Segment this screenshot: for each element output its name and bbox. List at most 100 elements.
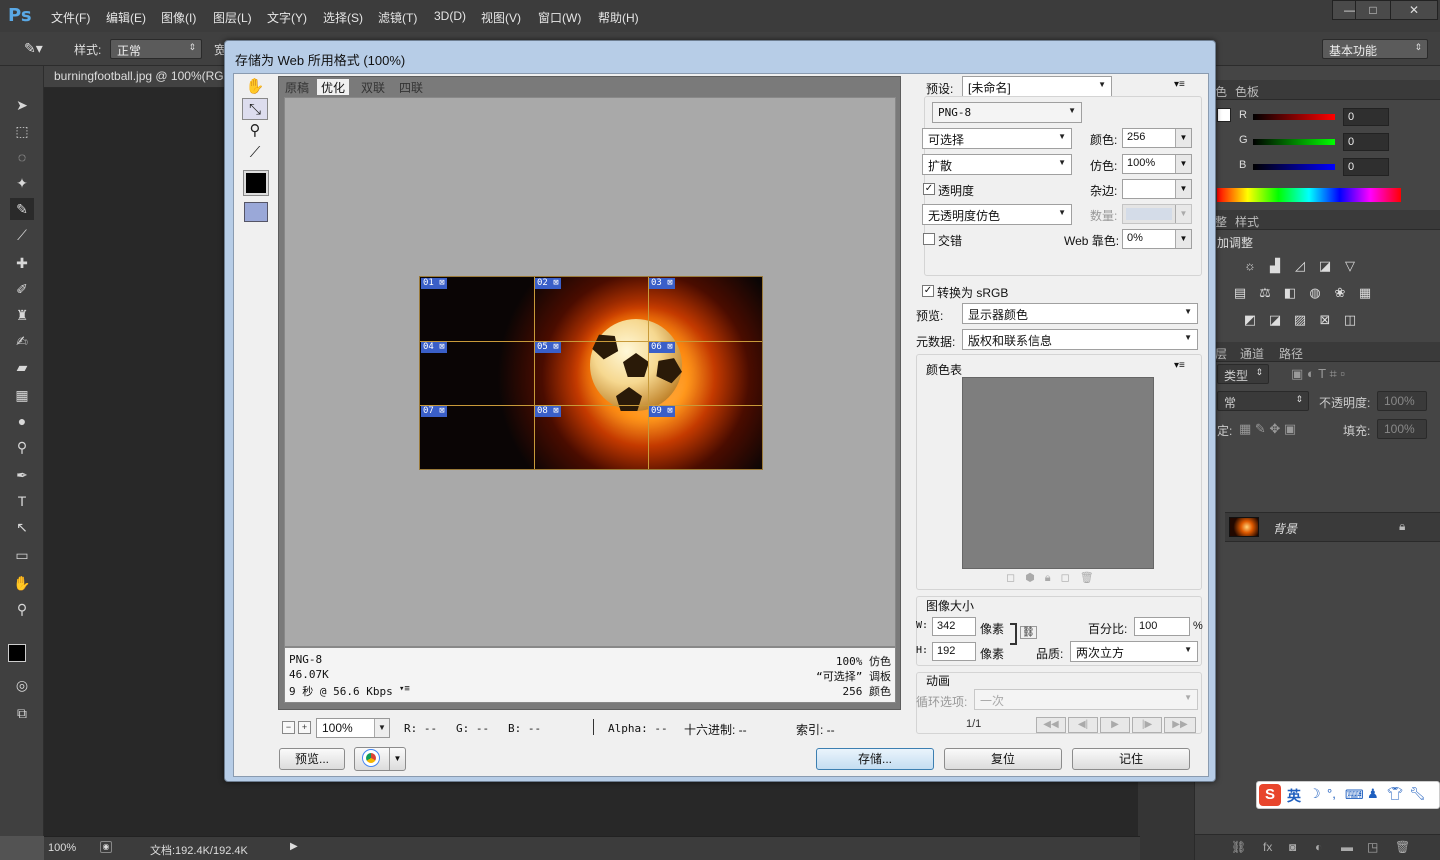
preview-color-select[interactable]: 显示器颜色 ▼: [962, 303, 1198, 324]
eyedropper-tool-icon[interactable]: ⟋: [10, 224, 34, 246]
menu-help[interactable]: 帮助(H): [598, 9, 639, 26]
reduction-select[interactable]: 可选择 ▼: [922, 128, 1072, 149]
tab-4up[interactable]: 四联: [395, 79, 427, 95]
blend-mode-select[interactable]: 常 ⇕: [1217, 391, 1309, 411]
matte-select[interactable]: ▼: [1122, 179, 1192, 199]
metadata-select[interactable]: 版权和联系信息 ▼: [962, 329, 1198, 350]
menu-view[interactable]: 视图(V): [481, 9, 521, 26]
menu-filter[interactable]: 滤镜(T): [378, 9, 417, 26]
menu-edit[interactable]: 编辑(E): [106, 9, 146, 26]
zoom-out-button[interactable]: −: [282, 721, 295, 734]
football-image[interactable]: 01 ⊠ 02 ⊠ 03 ⊠ 04 ⊠ 05 ⊠ 06 ⊠ 07 ⊠ 08 ⊠ …: [419, 276, 763, 470]
web-snap-input[interactable]: 0% ▼: [1122, 229, 1192, 249]
maximize-button[interactable]: □: [1355, 0, 1391, 20]
height-input[interactable]: 192: [932, 642, 976, 661]
document-tab[interactable]: burningfootball.jpg @ 100%(RGB/8): [44, 66, 234, 88]
chain-link-icon[interactable]: ⛓: [1020, 626, 1037, 639]
tab-original[interactable]: 原稿: [281, 79, 313, 95]
menu-3d[interactable]: 3D(D): [434, 9, 466, 23]
brightness-icon[interactable]: ☼: [1241, 258, 1259, 274]
panel-bg-swatch[interactable]: [1217, 108, 1231, 122]
selective-color-icon[interactable]: ◫: [1341, 312, 1359, 328]
gradient-map-icon[interactable]: ⊠: [1316, 312, 1334, 328]
preset-select[interactable]: [未命名] ▼: [962, 76, 1112, 97]
bw-icon[interactable]: ◧: [1281, 285, 1299, 301]
srgb-checkbox[interactable]: ✓: [922, 285, 934, 297]
tab-swatches[interactable]: 色板: [1235, 83, 1259, 100]
curves-icon[interactable]: ◿: [1291, 258, 1309, 274]
menu-window[interactable]: 窗口(W): [538, 9, 581, 26]
magic-wand-tool-icon[interactable]: ✦: [10, 172, 34, 194]
sogou-logo-icon[interactable]: S: [1259, 784, 1281, 806]
levels-icon[interactable]: ▟: [1266, 258, 1284, 274]
tab-color[interactable]: 色: [1215, 83, 1227, 100]
slice-tag-05[interactable]: 05 ⊠: [535, 342, 561, 353]
color-table-tool-icons[interactable]: ◻⬢🔒︎◻🗑︎: [1006, 571, 1104, 585]
slider-g-value[interactable]: 0: [1343, 133, 1389, 151]
fill-input[interactable]: 100%: [1377, 419, 1427, 439]
layer-row-background[interactable]: 背景 🔒︎: [1225, 512, 1440, 542]
slice-tag-04[interactable]: 04 ⊠: [421, 342, 447, 353]
color-ramp[interactable]: [1217, 188, 1401, 202]
tab-optimized[interactable]: 优化: [317, 79, 350, 95]
hue-icon[interactable]: ▤: [1231, 285, 1249, 301]
zoom-tool-icon[interactable]: ⚲: [242, 120, 268, 142]
rectangle-tool-icon[interactable]: ▭: [10, 544, 34, 566]
slice-tag-01[interactable]: 01 ⊠: [421, 278, 447, 289]
opacity-input[interactable]: 100%: [1377, 391, 1427, 411]
menu-image[interactable]: 图像(I): [161, 9, 196, 26]
percent-input[interactable]: 100: [1134, 617, 1190, 636]
color-table-menu-icon[interactable]: ▾≡: [1174, 360, 1185, 371]
gradient-tool-icon[interactable]: ▦: [10, 384, 34, 406]
tab-2up[interactable]: 双联: [357, 79, 389, 95]
workspace-select[interactable]: 基本功能 ⇕: [1322, 39, 1428, 59]
screen-mode-icon[interactable]: ⧉: [10, 702, 34, 724]
zoom-in-button[interactable]: +: [298, 721, 311, 734]
type-tool-icon[interactable]: T: [10, 490, 34, 512]
browser-select[interactable]: ▼: [354, 747, 406, 771]
menu-layer[interactable]: 图层(L): [213, 9, 252, 26]
style-select[interactable]: 正常 ⇕: [110, 39, 202, 59]
slider-r-track[interactable]: [1253, 114, 1335, 120]
close-window-button[interactable]: ✕: [1390, 0, 1438, 20]
marquee-tool-icon[interactable]: ⬚: [10, 120, 34, 142]
menu-select[interactable]: 选择(S): [323, 9, 363, 26]
slider-b[interactable]: B 0: [1239, 158, 1439, 178]
vibrance-icon[interactable]: ▽: [1341, 258, 1359, 274]
slider-r-value[interactable]: 0: [1343, 108, 1389, 126]
layer-filter-icons[interactable]: ▣ ◐ T ⌗ ▫: [1291, 366, 1345, 382]
user-icon[interactable]: ♟: [1367, 786, 1379, 802]
dither-input[interactable]: 100% ▼: [1122, 154, 1192, 174]
slice-tag-06[interactable]: 06 ⊠: [649, 342, 675, 353]
lock-icons[interactable]: ▦ ✎ ✥ ▣: [1239, 421, 1296, 437]
invert-icon[interactable]: ◩: [1241, 312, 1259, 328]
punctuation-icon[interactable]: °,: [1327, 786, 1336, 801]
stamp-tool-icon[interactable]: ♜: [10, 304, 34, 326]
menu-file[interactable]: 文件(F): [51, 9, 90, 26]
link-layers-icon[interactable]: ⛓: [1231, 840, 1246, 854]
slice-select-tool-icon[interactable]: ⤡: [242, 98, 268, 120]
adjustment-layer-icon[interactable]: ◐: [1315, 840, 1322, 854]
fx-icon[interactable]: fx: [1263, 840, 1272, 854]
layer-kind-filter[interactable]: 类型 ⇕: [1217, 364, 1269, 384]
format-select[interactable]: PNG-8 ▼: [932, 102, 1082, 123]
moon-icon[interactable]: ☽: [1309, 786, 1321, 802]
keyboard-icon[interactable]: ⌨: [1345, 787, 1364, 803]
tab-channels[interactable]: 通道: [1240, 345, 1264, 362]
eraser-tool-icon[interactable]: ▰: [10, 356, 34, 378]
eyedropper-color-swatch[interactable]: [243, 170, 269, 196]
slider-g[interactable]: G 0: [1239, 133, 1439, 153]
transparency-dither-select[interactable]: 无透明度仿色 ▼: [922, 204, 1072, 225]
zoom-select[interactable]: 100% ▼: [316, 718, 390, 738]
status-arrow-icon[interactable]: ▶: [290, 841, 298, 852]
tab-styles[interactable]: 样式: [1235, 213, 1259, 230]
dodge-tool-icon[interactable]: ⚲: [10, 436, 34, 458]
slice-tool-icon[interactable]: ✎: [10, 198, 34, 220]
hand-tool-icon[interactable]: ✋: [10, 572, 34, 594]
slice-tag-02[interactable]: 02 ⊠: [535, 278, 561, 289]
move-tool-icon[interactable]: ➤: [10, 94, 34, 116]
new-layer-icon[interactable]: ◳: [1367, 840, 1378, 854]
threshold-icon[interactable]: ▨: [1291, 312, 1309, 328]
status-menu-icon[interactable]: ◉: [100, 841, 112, 853]
download-speed-menu-icon[interactable]: ▾≡: [399, 684, 410, 694]
